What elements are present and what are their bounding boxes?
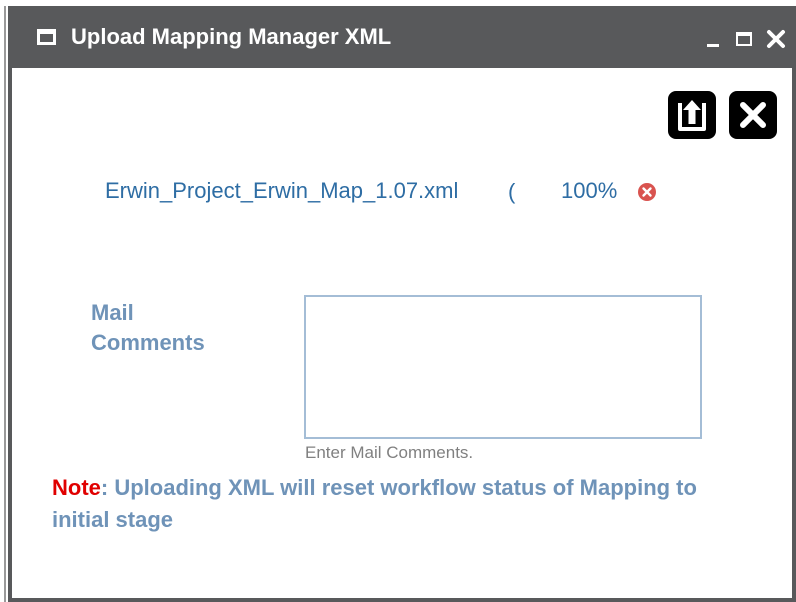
note-message: : Uploading XML will reset workflow stat… xyxy=(52,475,697,532)
title-bar[interactable]: Upload Mapping Manager XML xyxy=(12,6,796,68)
dialog-title: Upload Mapping Manager XML xyxy=(71,24,392,49)
window-close-icon[interactable] xyxy=(765,28,787,50)
window-icon xyxy=(37,29,56,45)
uploaded-file-row: Erwin_Project_Erwin_Map_1.07.xml ( 100% xyxy=(105,176,685,206)
upload-progress: 100% xyxy=(561,178,618,203)
minimize-icon[interactable] xyxy=(707,44,719,47)
mail-comments-label: Mail Comments xyxy=(91,300,205,355)
file-name: Erwin_Project_Erwin_Map_1.07.xml xyxy=(105,178,459,203)
upload-dialog: Upload Mapping Manager XML Erwin_Project… xyxy=(8,6,796,602)
file-name-suffix: ( xyxy=(508,179,516,204)
upload-icon xyxy=(678,100,706,131)
upload-button[interactable] xyxy=(668,91,716,139)
close-icon xyxy=(740,102,766,128)
note-text: Note: Uploading XML will reset workflow … xyxy=(52,472,752,536)
note-label: Note xyxy=(52,475,101,500)
window-edge xyxy=(4,6,6,602)
close-button[interactable] xyxy=(729,91,777,139)
maximize-icon[interactable] xyxy=(736,32,752,46)
mail-comments-input[interactable] xyxy=(304,295,702,439)
remove-circle-icon[interactable] xyxy=(637,182,657,202)
mail-comments-hint: Enter Mail Comments. xyxy=(305,443,474,462)
